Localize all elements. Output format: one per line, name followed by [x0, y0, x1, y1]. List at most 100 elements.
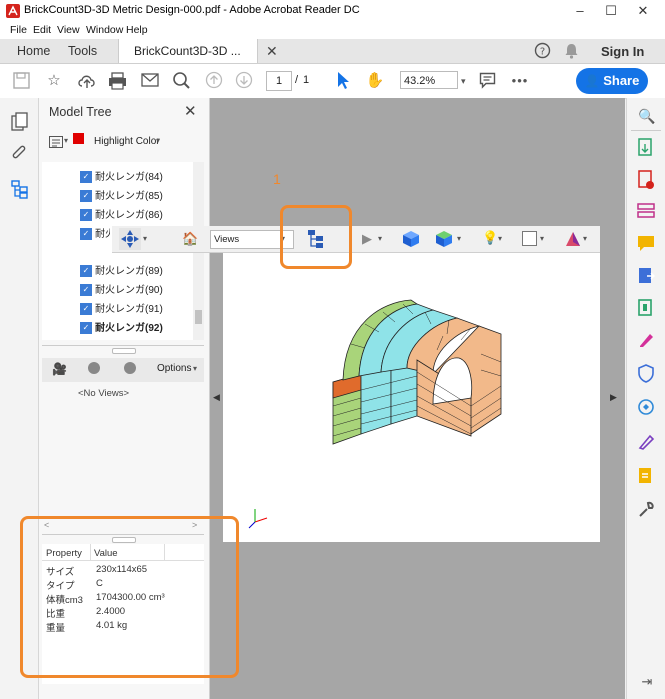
render-dropdown-icon[interactable]: ▾	[457, 234, 461, 243]
attachments-paperclip-icon[interactable]	[11, 145, 28, 164]
hand-tool-icon[interactable]: ✋	[365, 71, 385, 91]
zoom-search-icon[interactable]	[172, 71, 191, 90]
tree-item-88[interactable]: ✓耐火レンガ(88)	[80, 225, 110, 242]
page-thumbnails-icon[interactable]	[11, 112, 28, 131]
protect-shield-icon[interactable]	[637, 364, 655, 384]
email-icon[interactable]	[141, 73, 159, 88]
view-previous-icon[interactable]	[88, 362, 100, 374]
highlight-color-label[interactable]: Highlight Color	[94, 136, 160, 147]
panel-splitter[interactable]	[42, 345, 204, 354]
menu-window[interactable]: Window	[86, 24, 123, 36]
checkbox-checked-icon[interactable]: ✓	[80, 209, 92, 222]
lighting-dropdown-icon[interactable]: ▾	[498, 234, 502, 243]
options-dropdown-icon[interactable]: ▾	[64, 136, 68, 145]
pdf-page-3d-canvas[interactable]	[223, 228, 600, 542]
save-icon[interactable]	[13, 72, 30, 89]
checkbox-checked-icon[interactable]: ✓	[80, 303, 92, 316]
checkbox-checked-icon[interactable]: ✓	[80, 190, 92, 203]
menu-edit[interactable]: Edit	[33, 24, 51, 36]
checkbox-checked-icon[interactable]: ✓	[80, 284, 92, 297]
compress-pdf-icon[interactable]	[637, 298, 655, 318]
highlight-dropdown-icon[interactable]: ▾	[156, 136, 160, 145]
play-animation-icon[interactable]: ▶	[362, 231, 372, 247]
background-color-swatch[interactable]	[522, 231, 537, 246]
cross-section-dropdown-icon[interactable]: ▾	[583, 234, 587, 243]
send-for-review-icon[interactable]	[637, 466, 655, 486]
tree-item-86[interactable]: ✓ 耐火レンガ(86)	[80, 206, 163, 223]
sign-in-link[interactable]: Sign In	[601, 44, 644, 59]
options-menu-icon[interactable]: ▾	[193, 364, 197, 373]
create-pdf-icon[interactable]	[637, 170, 655, 190]
cross-section-icon[interactable]	[564, 230, 582, 248]
export-pdf-icon[interactable]	[637, 138, 655, 158]
options-list-icon[interactable]	[49, 136, 63, 148]
zoom-in-icon[interactable]: 🔍	[637, 106, 657, 126]
play-dropdown-icon[interactable]: ▾	[378, 234, 382, 243]
checkbox-checked-icon[interactable]: ✓	[80, 265, 92, 278]
fill-sign-icon[interactable]	[637, 398, 655, 418]
request-signature-icon[interactable]	[637, 432, 655, 452]
tab-document[interactable]: BrickCount3D-3D ...	[118, 39, 258, 63]
combine-files-icon[interactable]	[637, 266, 655, 286]
options-label[interactable]: Options	[157, 363, 191, 374]
brick-arch-3d-model[interactable]	[321, 294, 511, 474]
render-mode-cube-icon[interactable]	[435, 230, 455, 248]
tree-item-89[interactable]: ✓ 耐火レンガ(89)	[80, 262, 163, 279]
tree-item-91[interactable]: ✓ 耐火レンガ(91)	[80, 300, 163, 317]
bookmark-star-icon[interactable]: ☆	[44, 71, 64, 91]
organize-pages-icon[interactable]	[637, 202, 655, 222]
more-options-icon[interactable]: •••	[510, 71, 530, 91]
collapse-right-rail-icon[interactable]: ⇥	[637, 672, 657, 692]
rotate-dropdown-icon[interactable]: ▾	[143, 234, 147, 243]
tree-item-92-selected[interactable]: ✓ 耐火レンガ(92)	[80, 319, 163, 336]
tab-tools[interactable]: Tools	[68, 44, 97, 58]
zoom-level-field[interactable]: 43.2%	[400, 71, 458, 89]
menu-view[interactable]: View	[57, 24, 80, 36]
close-panel-icon[interactable]: ✕	[184, 102, 197, 120]
background-dropdown-icon[interactable]: ▾	[540, 234, 544, 243]
title-bar: BrickCount3D-3D Metric Design-000.pdf - …	[0, 0, 665, 22]
edit-pdf-icon[interactable]	[637, 330, 655, 350]
close-window-button[interactable]: ✕	[628, 0, 658, 22]
help-icon[interactable]: ?	[534, 42, 551, 59]
tab-home[interactable]: Home	[17, 44, 50, 58]
checkbox-checked-icon[interactable]: ✓	[80, 171, 92, 184]
highlight-color-swatch[interactable]	[73, 133, 84, 144]
home-view-icon[interactable]: 🏠	[182, 231, 198, 247]
page-number-input[interactable]: 1	[266, 71, 292, 91]
tree-scrollbar-thumb[interactable]	[195, 310, 202, 324]
view-next-icon[interactable]	[124, 362, 136, 374]
menu-help[interactable]: Help	[126, 24, 148, 36]
print-icon[interactable]	[108, 72, 127, 90]
comment-icon[interactable]	[479, 72, 496, 89]
views-dropdown-label: Views	[214, 234, 240, 245]
splitter-grip[interactable]	[112, 348, 136, 354]
menu-file[interactable]: File	[10, 24, 27, 36]
highlight-box-model-tree-toggle	[280, 205, 352, 269]
projection-cube-icon[interactable]	[402, 230, 420, 248]
more-tools-wrench-icon[interactable]	[637, 500, 655, 520]
expand-panel-icon[interactable]: ▶	[610, 392, 617, 403]
checkbox-checked-icon[interactable]: ✓	[80, 228, 92, 241]
minimize-button[interactable]: –	[565, 0, 595, 22]
tree-item-90[interactable]: ✓ 耐火レンガ(90)	[80, 281, 163, 298]
previous-page-icon[interactable]	[205, 71, 223, 89]
next-page-icon[interactable]	[235, 71, 253, 89]
zoom-dropdown-icon[interactable]: ▾	[461, 76, 466, 87]
maximize-button[interactable]: ☐	[596, 0, 626, 22]
collapse-panel-icon[interactable]: ◀	[213, 392, 220, 403]
tree-item-85[interactable]: ✓ 耐火レンガ(85)	[80, 187, 163, 204]
share-button[interactable]: 👤 Share	[576, 68, 648, 94]
checkbox-checked-icon[interactable]: ✓	[80, 322, 92, 335]
share-label: Share	[603, 73, 640, 88]
select-cursor-icon[interactable]	[336, 71, 350, 90]
lighting-icon[interactable]: 💡	[482, 230, 498, 246]
model-tree-icon[interactable]	[11, 180, 29, 199]
camera-icon[interactable]: 🎥	[52, 362, 67, 376]
close-tab-icon[interactable]: ✕	[266, 43, 278, 60]
bell-icon[interactable]	[564, 42, 579, 59]
cloud-upload-icon[interactable]	[77, 72, 97, 90]
rotate-tool-icon[interactable]	[119, 228, 141, 250]
comment-tool-icon[interactable]	[637, 234, 655, 254]
tree-item-84[interactable]: ✓ 耐火レンガ(84)	[80, 168, 163, 185]
